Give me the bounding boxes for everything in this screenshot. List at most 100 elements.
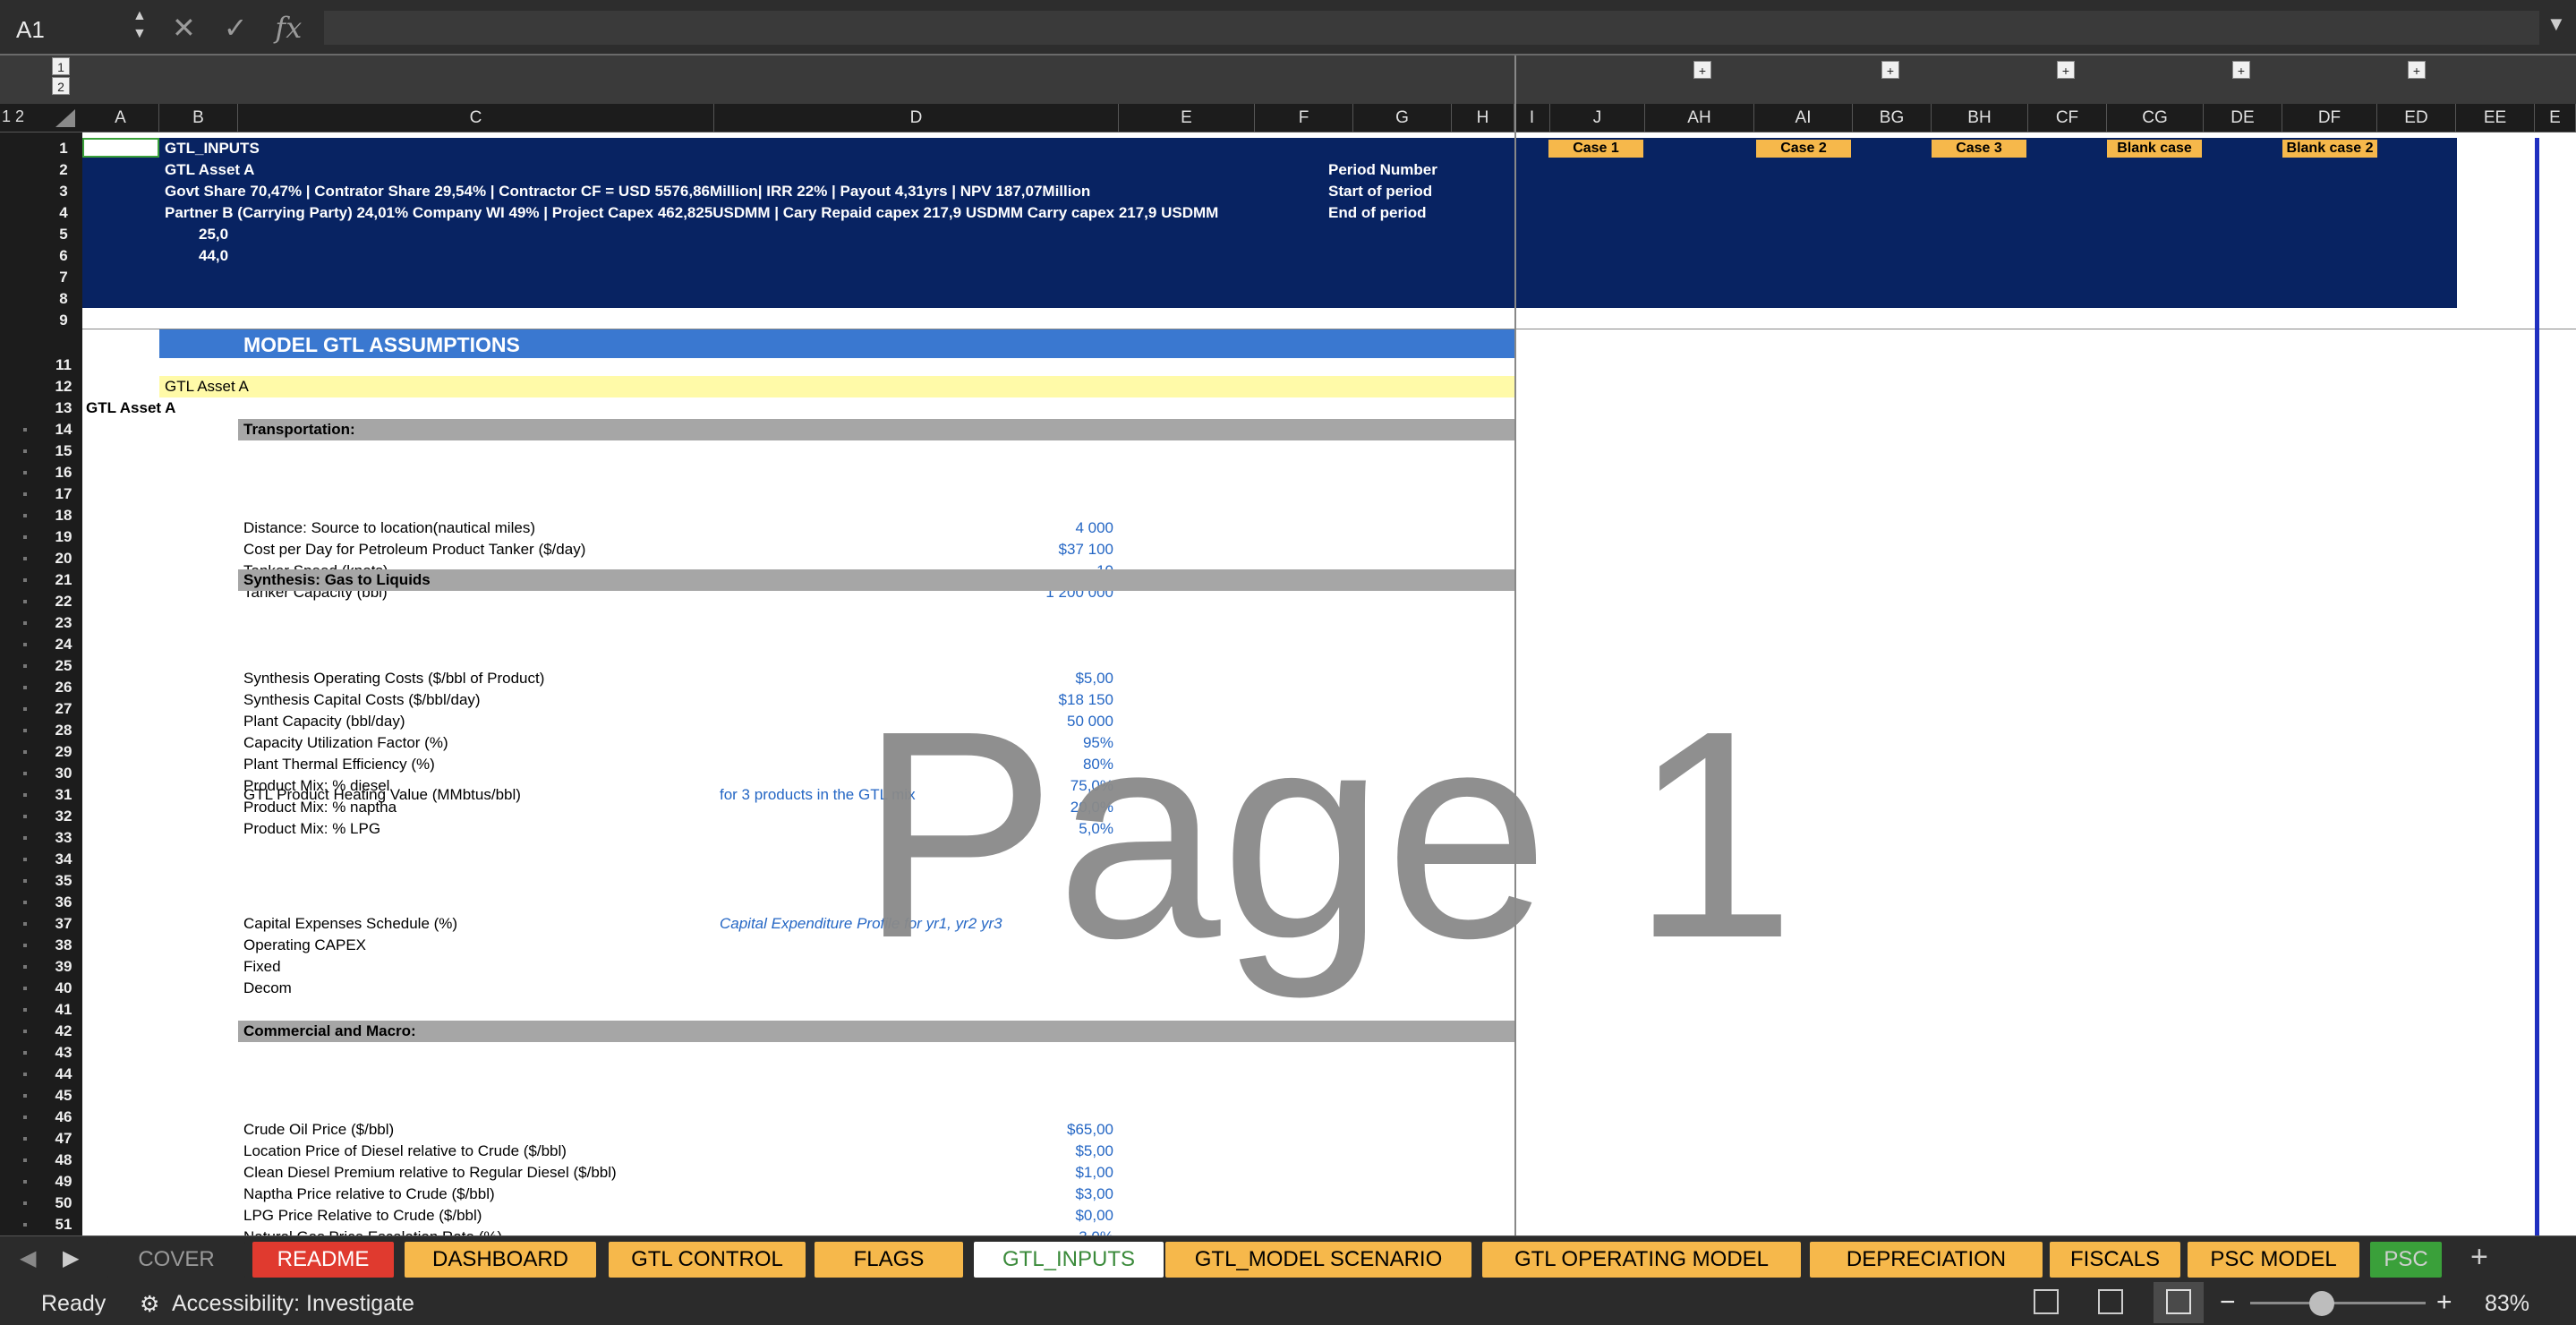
commercial-input-value[interactable]: $3,00	[845, 1185, 1113, 1203]
column-header-f[interactable]: F	[1255, 104, 1353, 132]
row-header-40[interactable]: 40	[45, 978, 82, 999]
row-header-49[interactable]: 49	[45, 1171, 82, 1192]
accessibility-status[interactable]: Accessibility: Investigate	[172, 1291, 414, 1317]
zoom-out-button[interactable]: −	[2220, 1287, 2236, 1318]
column-header-c[interactable]: C	[238, 104, 714, 132]
row-header-50[interactable]: 50	[45, 1192, 82, 1214]
next-sheet-icon[interactable]: ▶	[63, 1245, 79, 1271]
column-header-ed[interactable]: ED	[2377, 104, 2456, 132]
row-header-30[interactable]: 30	[45, 763, 82, 784]
row-header-26[interactable]: 26	[45, 677, 82, 698]
row-header-24[interactable]: 24	[45, 634, 82, 655]
case-3-label[interactable]: Case 3	[1932, 140, 2026, 158]
row-header-22[interactable]: 22	[45, 591, 82, 612]
row-header-25[interactable]: 25	[45, 655, 82, 677]
column-header-e[interactable]: E	[1119, 104, 1255, 132]
row-header-33[interactable]: 33	[45, 827, 82, 849]
sheet-tab-gtl-model-scenario[interactable]: GTL_MODEL SCENARIO	[1165, 1242, 1471, 1278]
commercial-input-value[interactable]: $5,00	[845, 1142, 1113, 1160]
row-header-6[interactable]: 6	[45, 245, 82, 267]
sheet-tab-gtl-operating-model[interactable]: GTL OPERATING MODEL	[1482, 1242, 1801, 1278]
sheet-tab-gtl-control[interactable]: GTL CONTROL	[609, 1242, 806, 1278]
row-header-32[interactable]: 32	[45, 806, 82, 827]
column-header-bg[interactable]: BG	[1853, 104, 1932, 132]
zoom-slider-handle[interactable]	[2309, 1291, 2334, 1316]
column-header-h[interactable]: H	[1452, 104, 1514, 132]
sheet-tab-gtl-inputs[interactable]: GTL_INPUTS	[974, 1242, 1164, 1278]
row-header-15[interactable]: 15	[45, 440, 82, 462]
selected-cell-a1[interactable]	[82, 138, 159, 158]
commercial-input-value[interactable]: $1,00	[845, 1164, 1113, 1182]
row-header-21[interactable]: 21	[45, 569, 82, 591]
expand-group-icon[interactable]: +	[1881, 61, 1899, 79]
column-header-ai[interactable]: AI	[1754, 104, 1853, 132]
fx-icon[interactable]: fx	[275, 11, 302, 45]
transport-input-value[interactable]: $37 100	[845, 541, 1113, 559]
column-header-df[interactable]: DF	[2282, 104, 2377, 132]
column-header-i[interactable]: I	[1514, 104, 1550, 132]
row-header-36[interactable]: 36	[45, 892, 82, 913]
commercial-input-value[interactable]: $0,00	[845, 1207, 1113, 1225]
sheet-tab-fiscals[interactable]: FISCALS	[2050, 1242, 2180, 1278]
sheet-tab-flags[interactable]: FLAGS	[815, 1242, 963, 1278]
zoom-in-button[interactable]: +	[2436, 1287, 2452, 1318]
row-header-17[interactable]: 17	[45, 483, 82, 505]
formula-input[interactable]	[324, 11, 2539, 45]
row-header-44[interactable]: 44	[45, 1064, 82, 1085]
row-header-5[interactable]: 5	[45, 224, 82, 245]
sheet-tab-cover[interactable]: COVER	[107, 1242, 245, 1278]
row-header-2[interactable]: 2	[45, 159, 82, 181]
row-header-1[interactable]: 1	[45, 138, 82, 159]
add-sheet-button[interactable]: +	[2470, 1240, 2488, 1275]
row-header-42[interactable]: 42	[45, 1021, 82, 1042]
column-header-ee[interactable]: EE	[2456, 104, 2535, 132]
outline-level-1-button[interactable]: 1	[52, 57, 70, 75]
column-header-cg[interactable]: CG	[2107, 104, 2204, 132]
row-header-18[interactable]: 18	[45, 505, 82, 526]
sheet-tab-readme[interactable]: README	[252, 1242, 394, 1278]
row-header-20[interactable]: 20	[45, 548, 82, 569]
enter-formula-icon[interactable]: ✓	[224, 12, 248, 44]
accessibility-icon[interactable]: ⚙	[140, 1291, 159, 1318]
row-outline-levels[interactable]: 1 2	[2, 107, 24, 126]
column-header-j[interactable]: J	[1550, 104, 1645, 132]
expand-group-icon[interactable]: +	[2408, 61, 2426, 79]
zoom-slider-track[interactable]	[2250, 1302, 2426, 1304]
expand-group-icon[interactable]: +	[2057, 61, 2075, 79]
row-header-9[interactable]: 9	[45, 310, 82, 331]
column-header-bh[interactable]: BH	[1932, 104, 2028, 132]
sheet-tab-psc-model[interactable]: PSC MODEL	[2188, 1242, 2359, 1278]
row-header-16[interactable]: 16	[45, 462, 82, 483]
row-header-43[interactable]: 43	[45, 1042, 82, 1064]
row-header-47[interactable]: 47	[45, 1128, 82, 1150]
row-header-46[interactable]: 46	[45, 1107, 82, 1128]
expand-group-icon[interactable]: +	[1693, 61, 1711, 79]
prev-sheet-icon[interactable]: ◀	[20, 1245, 36, 1271]
case-1-label[interactable]: Case 1	[1548, 140, 1643, 158]
row-header-34[interactable]: 34	[45, 849, 82, 870]
cancel-formula-icon[interactable]: ✕	[172, 12, 196, 44]
select-all-icon[interactable]	[52, 107, 77, 129]
row-header-23[interactable]: 23	[45, 612, 82, 634]
sheet-tab-depreciation[interactable]: DEPRECIATION	[1810, 1242, 2043, 1278]
row-header-11[interactable]: 11	[45, 355, 82, 376]
column-header-a[interactable]: A	[82, 104, 159, 132]
row-header-35[interactable]: 35	[45, 870, 82, 892]
row-header-28[interactable]: 28	[45, 720, 82, 741]
row-header-38[interactable]: 38	[45, 935, 82, 956]
page-break-view-icon[interactable]	[2154, 1282, 2204, 1323]
formula-expand-icon[interactable]: ▼	[2546, 13, 2566, 36]
commercial-input-value[interactable]: 3,0%	[845, 1228, 1113, 1235]
row-header-45[interactable]: 45	[45, 1085, 82, 1107]
column-header-cf[interactable]: CF	[2028, 104, 2107, 132]
row-header-31[interactable]: 31	[45, 784, 82, 806]
row-header-13[interactable]: 13	[45, 398, 82, 419]
row-header-29[interactable]: 29	[45, 741, 82, 763]
expand-group-icon[interactable]: +	[2232, 61, 2250, 79]
row-header-41[interactable]: 41	[45, 999, 82, 1021]
column-header-g[interactable]: G	[1353, 104, 1452, 132]
row-header-39[interactable]: 39	[45, 956, 82, 978]
normal-view-icon[interactable]	[2034, 1289, 2059, 1314]
sheet-tab-psc[interactable]: PSC	[2370, 1242, 2442, 1278]
column-header-d[interactable]: D	[714, 104, 1119, 132]
